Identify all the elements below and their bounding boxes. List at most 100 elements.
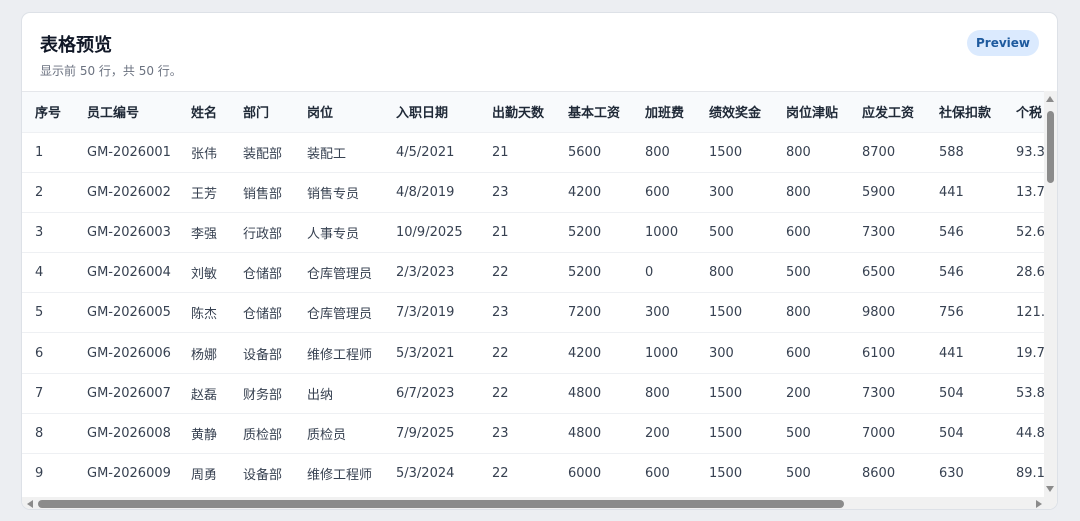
table-cell: 22: [479, 252, 555, 293]
horizontal-scroll-thumb[interactable]: [38, 500, 844, 508]
table-cell: 杨娜: [178, 332, 230, 374]
column-header: 基本工资: [555, 92, 632, 132]
table-header-row: 序号 员工编号 姓名 部门 岗位 入职日期 出勤天数 基本工资 加班费 绩效奖金 岗位津贴 应发工资社…: [22, 92, 1046, 132]
table-cell: GM-2026005: [74, 292, 178, 333]
table-cell: 0: [632, 252, 696, 293]
table-cell: 刘敏: [178, 252, 230, 293]
table-cell: 21: [479, 211, 555, 253]
table-cell: 维修工程师: [294, 452, 383, 494]
scroll-left-arrow-icon[interactable]: [27, 500, 33, 508]
table-cell: 1000: [632, 211, 696, 253]
table-cell: 630: [926, 452, 1003, 494]
column-header: 员工编号: [74, 92, 178, 132]
table-cell: 7000: [849, 412, 926, 454]
table-cell: 7/3/2019: [383, 292, 479, 333]
table-cell: 4800: [555, 372, 632, 414]
table-cell: 李强: [178, 211, 230, 253]
vertical-scrollbar[interactable]: [1044, 91, 1057, 497]
table-cell: 504: [926, 412, 1003, 454]
table-cell: 500: [773, 452, 849, 494]
column-header: 部门: [230, 92, 294, 132]
table-cell: 441: [926, 332, 1003, 374]
table-cell: 装配工: [294, 131, 383, 173]
table-cell: GM-2026009: [74, 452, 178, 494]
table-cell: 财务部: [230, 372, 294, 414]
table-cell: 546: [926, 252, 1003, 293]
table-cell: 5200: [555, 252, 632, 293]
table-cell: GM-2026007: [74, 372, 178, 414]
table-cell: 800: [632, 372, 696, 414]
table-body: 1 GM-2026001 张伟 装配部 装配工 4/5/2021 21 5600 800 1500…: [22, 131, 1046, 494]
table-row: 8 GM-2026008 黄静 质检部 质检员 7/9/2025 23 4800 200 1500…: [22, 412, 1046, 454]
table-cell: 23: [479, 171, 555, 213]
table-cell: 1500: [696, 292, 773, 333]
table-cell: 93.36: [1003, 131, 1046, 173]
table-viewport[interactable]: 序号 员工编号 姓名 部门 岗位 入职日期 出勤天数 基本工资 加班费 绩效奖金 岗位津贴 应发工资社…: [22, 91, 1046, 497]
scroll-right-arrow-icon[interactable]: [1036, 500, 1042, 508]
vertical-scroll-thumb[interactable]: [1047, 111, 1054, 183]
table-cell: 2: [22, 171, 74, 213]
table-cell: 周勇: [178, 452, 230, 494]
table-cell: 仓库管理员: [294, 292, 383, 333]
table-cell: 22: [479, 452, 555, 494]
scroll-down-arrow-icon[interactable]: [1046, 486, 1054, 492]
table-cell: 6/7/2023: [383, 372, 479, 414]
table-cell: 1500: [696, 131, 773, 173]
table-cell: 人事专员: [294, 211, 383, 253]
table-cell: 8600: [849, 452, 926, 494]
table-cell: GM-2026008: [74, 412, 178, 454]
column-header: 个税: [1003, 92, 1046, 132]
table-cell: 1000: [632, 332, 696, 374]
table-cell: 行政部: [230, 211, 294, 253]
table-cell: 赵磊: [178, 372, 230, 414]
scroll-up-arrow-icon[interactable]: [1046, 96, 1054, 102]
table-cell: 23: [479, 292, 555, 333]
preview-card: 表格预览 显示前 50 行，共 50 行。 Preview 序号 员工编号 姓名 部门…: [21, 12, 1058, 510]
table-cell: 21: [479, 131, 555, 173]
column-header: 岗位: [294, 92, 383, 132]
table-cell: 4/5/2021: [383, 131, 479, 173]
table-cell: 5/3/2021: [383, 332, 479, 374]
table-cell: 销售专员: [294, 171, 383, 213]
data-table: 序号 员工编号 姓名 部门 岗位 入职日期 出勤天数 基本工资 加班费 绩效奖金 岗位津贴 应发工资社…: [22, 92, 1046, 494]
table-cell: 441: [926, 171, 1003, 213]
table-cell: 600: [773, 332, 849, 374]
table-cell: 7/9/2025: [383, 412, 479, 454]
table-cell: 7: [22, 372, 74, 414]
column-header: 社保扣款: [926, 92, 1003, 132]
column-header: 姓名: [178, 92, 230, 132]
table-row: 2 GM-2026002 王芳 销售部 销售专员 4/8/2019 23 4200 600 300…: [22, 171, 1046, 213]
table-cell: 4200: [555, 332, 632, 374]
table-cell: 52.62: [1003, 211, 1046, 253]
column-header: 出勤天数: [479, 92, 555, 132]
table-cell: 28.62: [1003, 252, 1046, 293]
table-cell: 质检部: [230, 412, 294, 454]
table-cell: 6: [22, 332, 74, 374]
table-cell: 44.88: [1003, 412, 1046, 454]
table-cell: 121.3: [1003, 292, 1046, 333]
table-cell: 仓库管理员: [294, 252, 383, 293]
table-cell: 1500: [696, 412, 773, 454]
table-cell: 600: [773, 211, 849, 253]
table-cell: 4/8/2019: [383, 171, 479, 213]
table-cell: GM-2026001: [74, 131, 178, 173]
table-cell: 800: [773, 171, 849, 213]
table-cell: 8700: [849, 131, 926, 173]
table-cell: 300: [696, 171, 773, 213]
table-cell: 6500: [849, 252, 926, 293]
table-cell: 504: [926, 372, 1003, 414]
table-cell: 仓储部: [230, 252, 294, 293]
table-cell: 5: [22, 292, 74, 333]
table-cell: 9800: [849, 292, 926, 333]
column-header: 应发工资: [849, 92, 926, 132]
table-cell: 5900: [849, 171, 926, 213]
table-cell: 7300: [849, 372, 926, 414]
table-cell: 600: [632, 452, 696, 494]
column-header: 序号: [22, 92, 74, 132]
panel-subtitle: 显示前 50 行，共 50 行。: [40, 64, 182, 78]
table-cell: 546: [926, 211, 1003, 253]
table-cell: GM-2026006: [74, 332, 178, 374]
table-cell: 4: [22, 252, 74, 293]
horizontal-scrollbar[interactable]: [22, 497, 1046, 509]
table-cell: 500: [773, 252, 849, 293]
